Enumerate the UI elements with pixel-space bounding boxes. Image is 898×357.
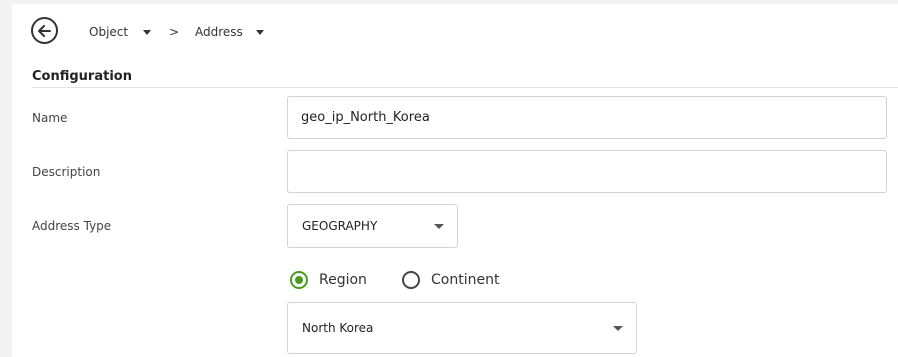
breadcrumb-object[interactable]: Object bbox=[89, 25, 152, 39]
radio-region[interactable]: Region bbox=[290, 271, 367, 289]
description-input[interactable] bbox=[287, 150, 887, 193]
name-input[interactable] bbox=[287, 96, 887, 139]
radio-unselected-icon bbox=[402, 271, 420, 289]
breadcrumb-object-label: Object bbox=[89, 25, 129, 39]
breadcrumb-address[interactable]: Address bbox=[195, 25, 264, 39]
address-type-value: GEOGRAPHY bbox=[302, 219, 378, 233]
caret-down-icon bbox=[434, 223, 444, 229]
section-title: Configuration bbox=[32, 69, 132, 84]
radio-region-label: Region bbox=[319, 272, 367, 288]
caret-down-icon bbox=[255, 29, 264, 35]
section-divider bbox=[32, 87, 898, 88]
arrow-left-icon bbox=[38, 24, 51, 37]
breadcrumb-separator: > bbox=[169, 25, 180, 39]
breadcrumb-address-label: Address bbox=[195, 25, 243, 39]
region-value: North Korea bbox=[302, 321, 374, 335]
region-select[interactable]: North Korea bbox=[287, 302, 637, 354]
address-type-select[interactable]: GEOGRAPHY bbox=[287, 204, 458, 248]
caret-down-icon bbox=[613, 325, 623, 331]
radio-selected-icon bbox=[290, 271, 308, 289]
address-type-label: Address Type bbox=[32, 219, 112, 233]
radio-continent[interactable]: Continent bbox=[402, 271, 499, 289]
caret-down-icon bbox=[143, 29, 152, 35]
description-label: Description bbox=[32, 165, 101, 179]
back-button[interactable] bbox=[31, 17, 58, 44]
config-panel: Object > Address Configuration Name Desc… bbox=[12, 4, 898, 357]
radio-continent-label: Continent bbox=[431, 272, 500, 288]
name-label: Name bbox=[32, 111, 68, 125]
